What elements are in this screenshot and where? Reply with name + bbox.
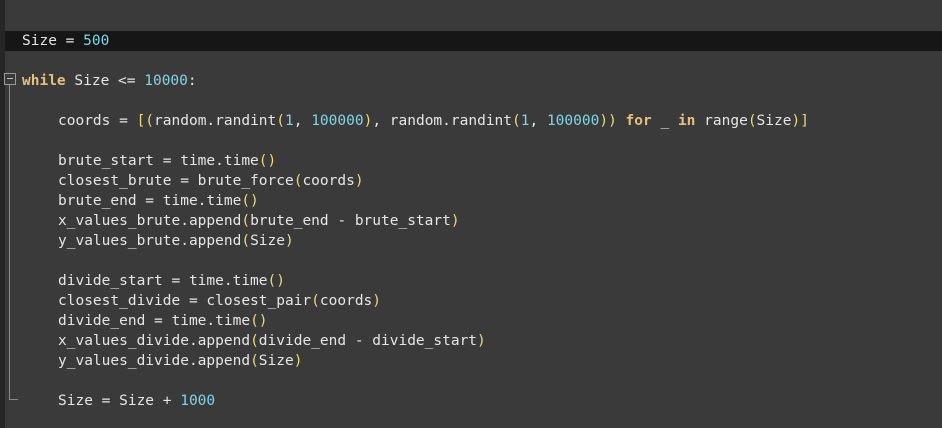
code-line-6[interactable]: brute_end = time.time() [22,191,259,211]
token: closest_brute = brute_force [58,173,294,189]
token: 1 [285,113,294,129]
code-line-9[interactable]: divide_start = time.time() [22,271,285,291]
token: , [293,113,312,129]
keyword-while: while [22,73,66,89]
token: brute_end - brute_start [250,213,451,229]
code-line-10[interactable]: closest_divide = closest_pair(coords) [22,291,381,311]
token: , random.randint [372,113,513,129]
token: y_values_brute.append [58,233,242,249]
token: random.randint [154,113,277,129]
token: ) [354,173,364,189]
token: x_values_divide.append [58,333,251,349]
current-line-highlight [5,31,942,51]
token: ) [477,333,486,349]
token: 500 [83,33,110,49]
token: Size [756,113,792,129]
token: ( [512,113,521,129]
token: ) [450,213,460,229]
code-line-2[interactable]: while Size <= 10000: [22,71,197,91]
token: Size [22,33,57,49]
token: ) [293,353,303,369]
token: ( [276,113,285,129]
token: ( [311,293,320,309]
token: 100000 [546,113,600,129]
code-line-13[interactable]: y_values_divide.append(Size) [22,351,302,371]
token: )) [599,113,617,129]
code-line-12[interactable]: x_values_divide.append(divide_end - divi… [22,331,486,351]
token: , [529,113,547,129]
editor-gutter [0,0,5,428]
code-line-5[interactable]: closest_brute = brute_force(coords) [22,171,364,191]
token: coords [319,293,373,309]
token: coords [302,173,355,189]
token: range [695,113,748,129]
fold-guide-end [9,399,18,400]
token: Size = Size + [58,393,181,409]
token: brute_end = time.time [58,193,242,209]
token: ( [241,213,251,229]
code-line-1[interactable]: Size = 500 [22,31,109,51]
token: [( [136,113,155,129]
token: coords = [58,113,137,129]
token: 10000 [144,73,188,89]
token: Size [250,233,285,249]
token: ( [241,233,251,249]
code-line-14[interactable]: Size = Size + 1000 [22,391,215,411]
token: _ [651,113,678,129]
token: 100000 [311,113,364,129]
code-line-11[interactable]: divide_end = time.time() [22,311,268,331]
token: () [250,313,268,329]
token: ) [372,293,382,309]
token: () [267,273,285,289]
token: ) [284,233,294,249]
code-editor[interactable]: Size = 500 while Size <= 10000: coords =… [0,0,942,428]
code-line-3[interactable]: coords = [(random.randint(1, 100000), ra… [22,111,809,131]
token: = [56,33,84,49]
token: 1000 [180,393,216,409]
token: divide_start = time.time [58,273,268,289]
code-line-8[interactable]: y_values_brute.append(Size) [22,231,294,251]
token: () [241,193,259,209]
code-line-7[interactable]: x_values_brute.append(brute_end - brute_… [22,211,460,231]
token: ( [250,333,259,349]
keyword-in: in [677,113,696,129]
token: divide_end - divide_start [258,333,478,349]
fold-guide-line [9,85,10,399]
token: )] [791,113,809,129]
token: y_values_divide.append [58,353,251,369]
token: : [187,73,197,89]
token: ( [747,113,757,129]
token: closest_divide = closest_pair [58,293,312,309]
token: () [258,153,277,169]
token: x_values_brute.append [58,213,242,229]
keyword-for: for [625,113,652,129]
token: Size [258,353,294,369]
token: divide_end = time.time [58,313,251,329]
token: brute_start = time.time [58,153,259,169]
token: Size <= [65,73,145,89]
code-line-4[interactable]: brute_start = time.time() [22,151,276,171]
token: ( [250,353,259,369]
fold-collapse-icon[interactable] [4,73,16,85]
